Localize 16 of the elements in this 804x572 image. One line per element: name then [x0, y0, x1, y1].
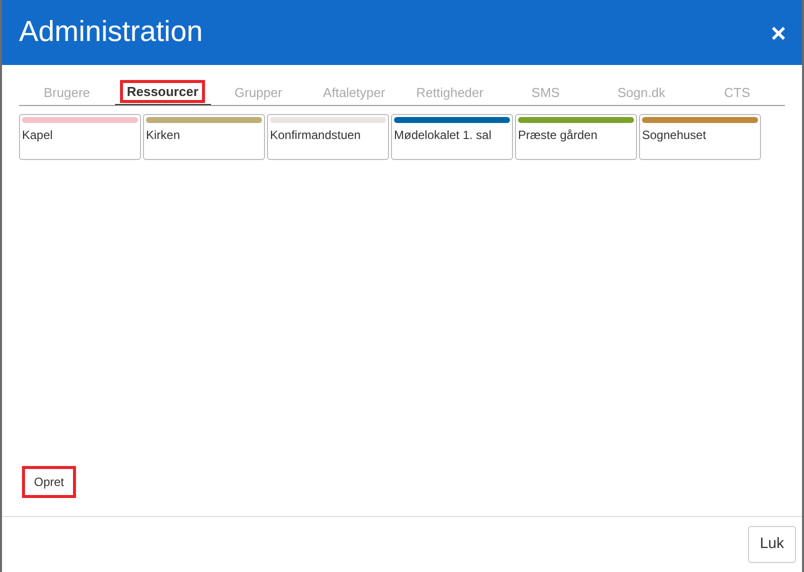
resource-name: Kapel — [22, 127, 54, 144]
resource-name: Præste gården — [518, 127, 598, 144]
window-title: Administration — [19, 14, 203, 50]
close-button[interactable]: × — [770, 20, 786, 46]
resource-name: Sognehuset — [642, 127, 708, 144]
close-dialog-button[interactable]: Luk — [748, 526, 796, 563]
resource-card[interactable]: Præste gården — [515, 114, 637, 160]
resource-card[interactable]: Mødelokalet 1. sal — [391, 114, 513, 160]
resource-card[interactable]: Kirken — [143, 114, 265, 160]
resource-name: Kirken — [146, 127, 182, 144]
resource-card[interactable]: Konfirmandstuen — [267, 114, 389, 160]
resource-card[interactable]: Sognehuset — [639, 114, 761, 160]
create-button[interactable]: Opret — [22, 466, 76, 498]
resource-name: Konfirmandstuen — [270, 127, 362, 144]
resource-card[interactable]: Kapel — [19, 114, 141, 160]
resource-name: Mødelokalet 1. sal — [394, 127, 492, 144]
